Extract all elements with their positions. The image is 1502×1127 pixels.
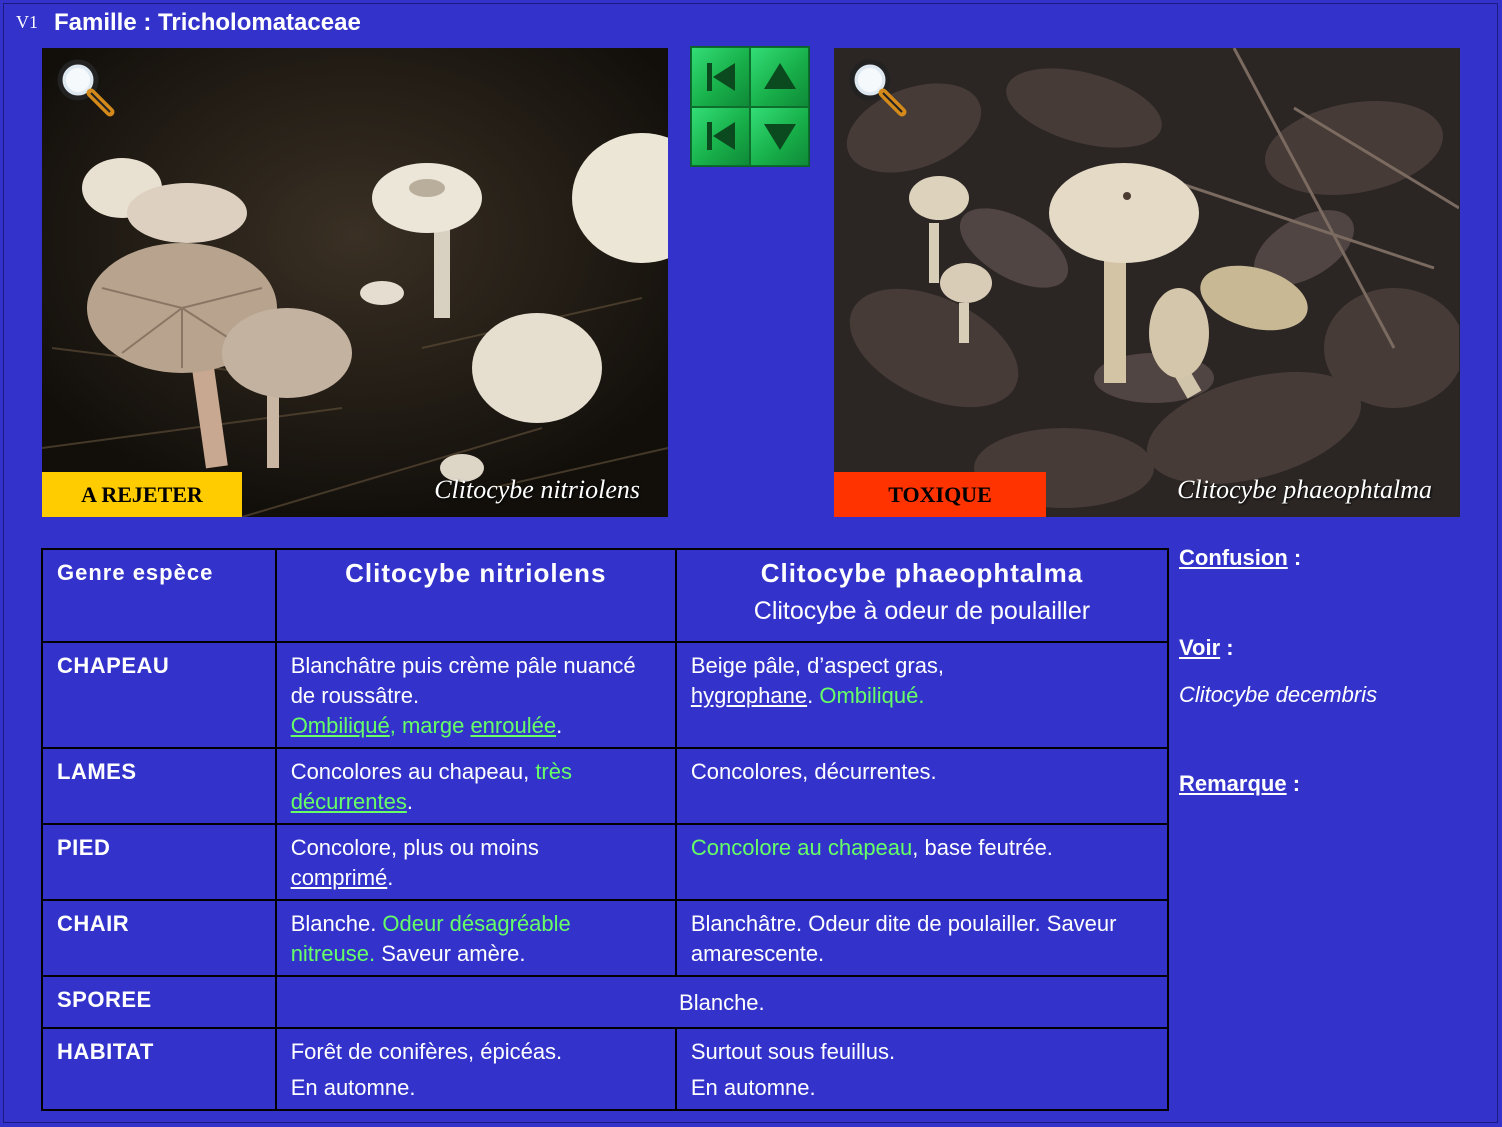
text: . (556, 713, 563, 738)
underlined-text: comprimé (290, 865, 388, 890)
version-label: V1 (16, 12, 38, 32)
table-row-chair: CHAIR Blanche. Odeur désagréable nitreus… (41, 899, 1170, 977)
highlight-text: , marge (389, 713, 471, 738)
pied-species-2: Concolore au chapeau, base feutrée. (674, 823, 1170, 901)
voir-label: Voir (1179, 635, 1221, 660)
down-icon (763, 124, 796, 151)
species-2-header: Clitocybe phaeophtalma Clitocybe à odeur… (674, 548, 1170, 643)
highlight-text: Ombiliqué (290, 713, 390, 738)
highlight-text: décurrentes (290, 789, 407, 814)
table-row-chapeau: CHAPEAU Blanchâtre puis crème pâle nuanc… (41, 641, 1170, 749)
remarque-heading: Remarque : (1179, 771, 1300, 797)
row-label-habitat: HABITAT (41, 1027, 277, 1111)
chair-species-1: Blanche. Odeur désagréable nitreuse. Sav… (274, 899, 677, 977)
highlight-text: très (535, 759, 572, 784)
pied-species-1: Concolore, plus ou moins comprimé. (274, 823, 677, 901)
highlight-text: Ombiliqué. (819, 683, 925, 708)
first-icon (706, 62, 735, 91)
row-label-pied: PIED (41, 823, 277, 901)
text: . (406, 789, 413, 814)
habitat-line: Surtout sous feuillus. (690, 1039, 896, 1064)
highlight-text: enroulée (470, 713, 557, 738)
colon: : (1220, 635, 1234, 660)
text: . (807, 683, 820, 708)
comparison-table: Genre espèce Clitocybe nitriolens Clitoc… (41, 548, 1170, 1111)
row-label-chair: CHAIR (41, 899, 277, 977)
species-2-name: Clitocybe phaeophtalma (760, 558, 1084, 588)
species-1-name: Clitocybe nitriolens (345, 558, 607, 588)
text: Blanchâtre. Odeur dite de poulailler. Sa… (690, 911, 1117, 966)
text: . (387, 865, 394, 890)
text: Saveur amère. (375, 941, 526, 966)
text: Blanche. (290, 911, 383, 936)
voir-link-clitocybe-decembris[interactable]: Clitocybe decembris (1179, 682, 1377, 708)
down-button[interactable] (750, 106, 809, 166)
genre-espece-header: Genre espèce (41, 548, 277, 643)
habitat-season: En automne. (690, 1075, 816, 1100)
table-header-row: Genre espèce Clitocybe nitriolens Clitoc… (41, 548, 1170, 643)
mushroom-photo-2 (834, 48, 1459, 517)
photo-species-1[interactable]: A REJETER Clitocybe nitriolens (42, 48, 668, 517)
row-label-chapeau: CHAPEAU (41, 641, 277, 749)
lames-species-1: Concolores au chapeau, très décurrentes. (274, 747, 677, 825)
up-button[interactable] (750, 47, 809, 107)
chapeau-species-1: Blanchâtre puis crème pâle nuancé de rou… (274, 641, 677, 749)
navigation-pad (690, 46, 810, 167)
habitat-season: En automne. (290, 1075, 416, 1100)
confusion-heading: Confusion : (1179, 545, 1301, 571)
status-badge-reject: A REJETER (42, 472, 242, 517)
table-row-pied: PIED Concolore, plus ou moins comprimé. … (41, 823, 1170, 901)
photo-species-2[interactable]: TOXIQUE Clitocybe phaeophtalma (834, 48, 1460, 517)
zoom-icon[interactable] (846, 56, 910, 120)
mushroom-photo-1 (42, 48, 668, 517)
habitat-line: Forêt de conifères, épicéas. (290, 1039, 563, 1064)
text: Blanchâtre puis crème pâle nuancé de rou… (290, 653, 636, 708)
row-label-sporee: SPOREE (41, 975, 277, 1029)
colon: : (1287, 545, 1302, 570)
highlight-text: Concolore au chapeau (690, 835, 913, 860)
text: Concolores au chapeau, (290, 759, 536, 784)
remarque-label: Remarque (1179, 771, 1287, 796)
chapeau-species-2: Beige pâle, d’aspect gras, hygrophane. O… (674, 641, 1170, 749)
first-button[interactable] (691, 47, 750, 107)
species-2-common-name: Clitocybe à odeur de poulailler (753, 597, 1091, 625)
table-row-lames: LAMES Concolores au chapeau, très décurr… (41, 747, 1170, 825)
status-badge-toxic: TOXIQUE (834, 472, 1046, 517)
photo-caption-species-1: Clitocybe nitriolens (434, 475, 640, 504)
up-icon (763, 62, 796, 89)
sporee-both-species: Blanche. (274, 975, 1170, 1029)
species-1-header: Clitocybe nitriolens (274, 548, 677, 643)
table-row-habitat: HABITAT Forêt de conifères, épicéas. En … (41, 1027, 1170, 1111)
chair-species-2: Blanchâtre. Odeur dite de poulailler. Sa… (674, 899, 1170, 977)
text: , base feutrée. (912, 835, 1053, 860)
zoom-icon[interactable] (54, 56, 118, 120)
previous-icon (706, 122, 735, 151)
voir-heading: Voir : (1179, 635, 1234, 661)
photo-caption-species-2: Clitocybe phaeophtalma (1177, 475, 1432, 504)
underlined-text: hygrophane (690, 683, 808, 708)
confusion-label: Confusion (1179, 545, 1288, 570)
text: Beige pâle, d’aspect gras, (690, 653, 945, 678)
colon: : (1286, 771, 1301, 796)
page-title: Famille : Tricholomataceae (54, 9, 361, 36)
lames-species-2: Concolores, décurrentes. (674, 747, 1170, 825)
previous-button[interactable] (691, 106, 750, 166)
table-row-sporee: SPOREE Blanche. (41, 975, 1170, 1029)
habitat-species-1: Forêt de conifères, épicéas. En automne. (274, 1027, 677, 1111)
text: Concolore, plus ou moins (290, 835, 539, 860)
row-label-lames: LAMES (41, 747, 277, 825)
text: Concolores, décurrentes. (690, 759, 937, 784)
habitat-species-2: Surtout sous feuillus. En automne. (674, 1027, 1170, 1111)
